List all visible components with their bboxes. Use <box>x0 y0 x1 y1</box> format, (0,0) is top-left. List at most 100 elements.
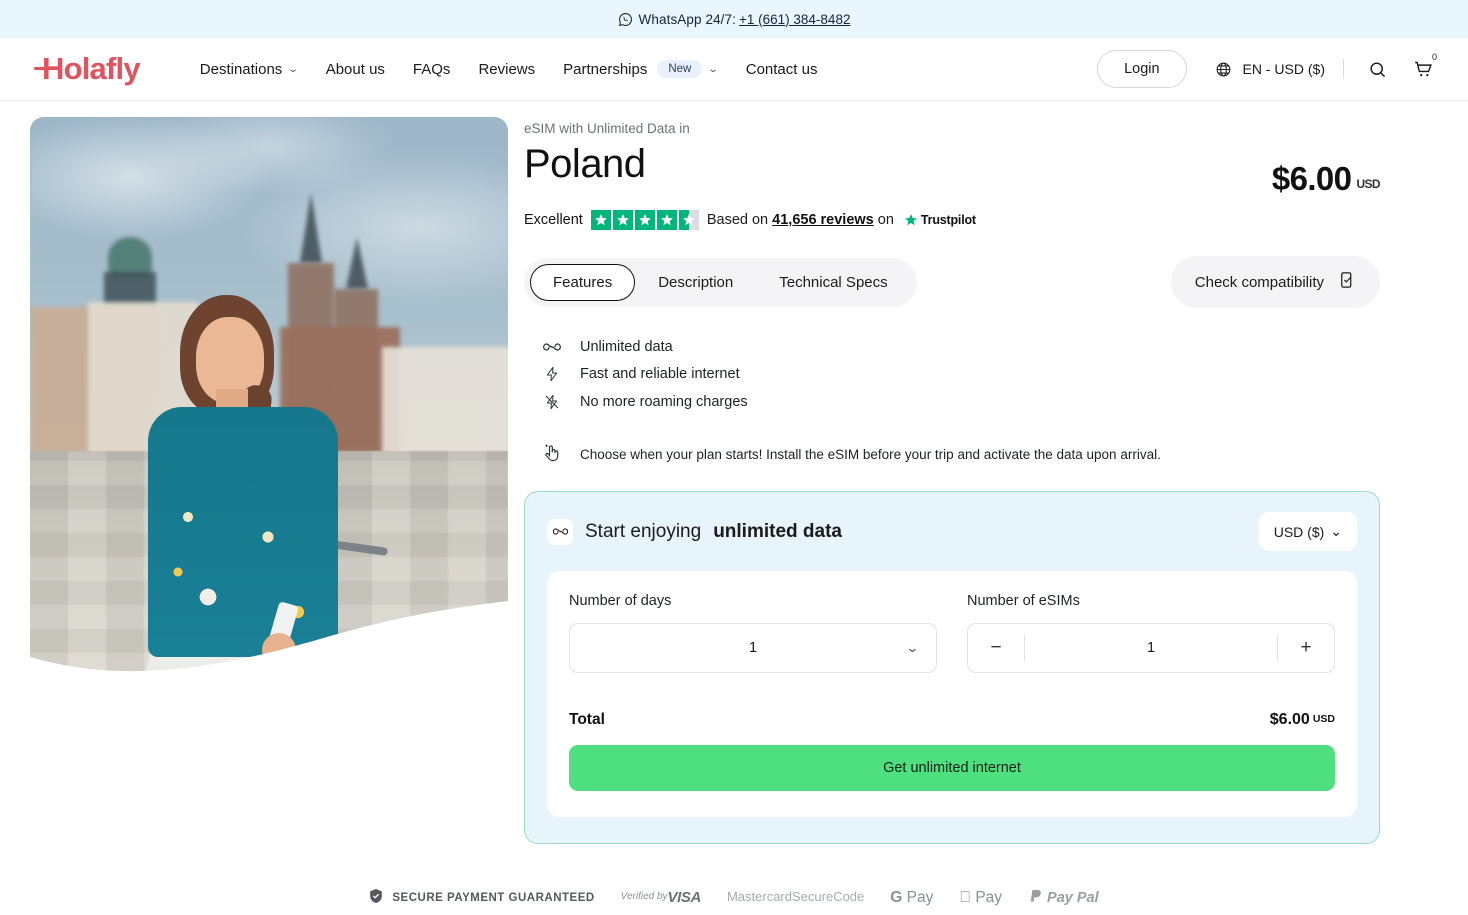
rating-word: Excellent <box>524 212 583 228</box>
purchase-card-header: Start enjoying unlimited data USD ($) ⌄ <box>547 512 1357 551</box>
star-half-icon <box>678 210 699 230</box>
nav-item-label: Contact us <box>745 60 818 78</box>
product-tabs: Features Description Technical Specs <box>524 257 917 307</box>
cart-count-badge: 0 <box>1431 52 1437 62</box>
nav-item-reviews[interactable]: Reviews <box>478 61 535 78</box>
currency-selector-label: USD ($) <box>1273 523 1325 540</box>
increment-button[interactable]: + <box>1278 624 1334 672</box>
nav-item-partnerships[interactable]: Partnerships New ⌄ <box>563 60 719 78</box>
nav-right-cluster: Login EN - USD ($) 0 <box>1097 50 1438 88</box>
product-price: $6.00 USD <box>1272 160 1381 198</box>
destination-hero-image <box>30 117 508 701</box>
nav-divider <box>1343 59 1344 79</box>
nav-item-faqs[interactable]: FAQs <box>413 61 451 78</box>
total-label: Total <box>569 711 605 728</box>
esims-field: Number of eSIMs − 1 + <box>967 593 1335 673</box>
trustpilot-logo: Trustpilot <box>904 213 976 227</box>
no-roaming-icon <box>542 393 562 411</box>
nav-links: Destinations ⌄ About us FAQs Reviews Par… <box>199 60 818 78</box>
get-unlimited-internet-button[interactable]: Get unlimited internet <box>569 745 1335 791</box>
paypal-logo: Pay Pal <box>1028 889 1099 906</box>
chevron-down-icon: ⌄ <box>905 640 920 655</box>
logo-cross-mark <box>34 67 47 70</box>
hero-wave-mask <box>30 601 508 701</box>
tab-features[interactable]: Features <box>530 263 636 301</box>
product-details: eSIM with Unlimited Data in Poland $6.00… <box>508 117 1468 844</box>
days-select[interactable]: 1 ⌄ <box>569 623 937 673</box>
page-title: Poland <box>524 142 646 186</box>
trustpilot-rating: Excellent Based on 41,656 reviews on Tru… <box>524 210 1380 230</box>
currency-selector[interactable]: USD ($) ⌄ <box>1258 512 1357 551</box>
infinity-icon <box>542 340 562 354</box>
total-price: $6.00 USD <box>1270 711 1335 729</box>
whatsapp-icon <box>618 12 633 27</box>
feature-label: Fast and reliable internet <box>580 366 740 382</box>
paypal-pal: Pal <box>1071 889 1099 906</box>
holafly-logo[interactable]: Holafly <box>34 51 141 87</box>
total-amount: $6.00 <box>1269 711 1310 728</box>
shield-icon <box>369 888 383 907</box>
purchase-form: Number of days 1 ⌄ Number of eSIMs − 1 +… <box>547 571 1357 817</box>
feature-item: Fast and reliable internet <box>524 360 1380 388</box>
nav-item-label: Partnerships <box>563 60 648 78</box>
feature-label: Unlimited data <box>580 339 673 355</box>
purchase-heading: Start enjoying unlimited data <box>547 518 842 545</box>
review-count-link[interactable]: 41,656 reviews <box>772 212 874 228</box>
language-currency-selector[interactable]: EN - USD ($) <box>1215 61 1325 78</box>
review-summary: Based on 41,656 reviews on <box>707 212 894 228</box>
apple-pay-logo:  Pay <box>959 889 1002 907</box>
chevron-down-icon: ⌄ <box>287 63 300 75</box>
check-compatibility-label: Check compatibility <box>1194 273 1324 291</box>
google-pay-logo: G Pay <box>890 889 933 907</box>
nav-item-about-us[interactable]: About us <box>326 61 385 78</box>
tab-technical-specs[interactable]: Technical Specs <box>756 264 910 301</box>
nav-item-label: FAQs <box>412 60 451 78</box>
nav-item-contact-us[interactable]: Contact us <box>746 61 818 78</box>
star-icon <box>656 210 677 230</box>
esims-value: 1 <box>1146 640 1156 656</box>
feature-item: Unlimited data <box>524 334 1380 360</box>
paypal-icon <box>1030 890 1041 902</box>
cart-icon[interactable]: 0 <box>1408 52 1438 84</box>
gpay-g: G <box>890 888 903 906</box>
feature-label: No more roaming charges <box>580 394 748 410</box>
days-label: Number of days <box>569 593 672 609</box>
nav-item-label: Destinations <box>199 60 283 78</box>
verified-by-visa-logo: Verified by VISA <box>620 889 702 906</box>
trustpilot-name: Trustpilot <box>920 213 976 227</box>
login-button[interactable]: Login <box>1097 50 1187 88</box>
secure-payment-label: SECURE PAYMENT GUARANTEED <box>392 891 595 904</box>
tab-description[interactable]: Description <box>635 264 756 301</box>
review-suffix: on <box>877 212 894 228</box>
purchase-fields: Number of days 1 ⌄ Number of eSIMs − 1 + <box>569 593 1335 673</box>
visa-line1: Verified by <box>620 891 668 903</box>
church-dome <box>108 237 152 277</box>
purchase-heading-prefix: Start enjoying <box>585 520 702 542</box>
check-compatibility-button[interactable]: Check compatibility <box>1170 256 1380 308</box>
nav-item-destinations[interactable]: Destinations ⌄ <box>199 60 300 78</box>
search-icon[interactable] <box>1362 54 1392 84</box>
days-field: Number of days 1 ⌄ <box>569 593 937 673</box>
product-eyebrow: eSIM with Unlimited Data in <box>524 121 690 136</box>
page-body: eSIM with Unlimited Data in Poland $6.00… <box>0 101 1468 844</box>
decrement-button[interactable]: − <box>968 624 1024 672</box>
apple-icon:  <box>959 889 971 907</box>
announcement-bar: WhatsApp 24/7: +1 (661) 384-8482 <box>0 0 1468 38</box>
tap-hand-icon <box>542 442 562 467</box>
new-badge: New <box>657 60 703 78</box>
lightning-icon <box>542 365 562 383</box>
whatsapp-label: WhatsApp 24/7: <box>638 11 736 27</box>
plan-start-note: Choose when your plan starts! Install th… <box>524 442 1380 467</box>
language-currency-label: EN - USD ($) <box>1242 61 1325 77</box>
whatsapp-phone-link[interactable]: +1 (661) 384-8482 <box>739 12 850 27</box>
hero-column <box>0 117 508 844</box>
purchase-heading-bold: unlimited data <box>713 520 842 542</box>
star-icon <box>612 210 633 230</box>
payment-trust-strip: SECURE PAYMENT GUARANTEED Verified by VI… <box>0 888 1468 907</box>
nav-item-label: Reviews <box>478 60 536 78</box>
feature-list: Unlimited data Fast and reliable interne… <box>524 334 1380 416</box>
church-spire-short <box>346 237 368 289</box>
star-rating <box>590 210 699 230</box>
paypal-pay: Pay <box>1041 889 1073 906</box>
total-row: Total $6.00 USD <box>569 707 1335 729</box>
